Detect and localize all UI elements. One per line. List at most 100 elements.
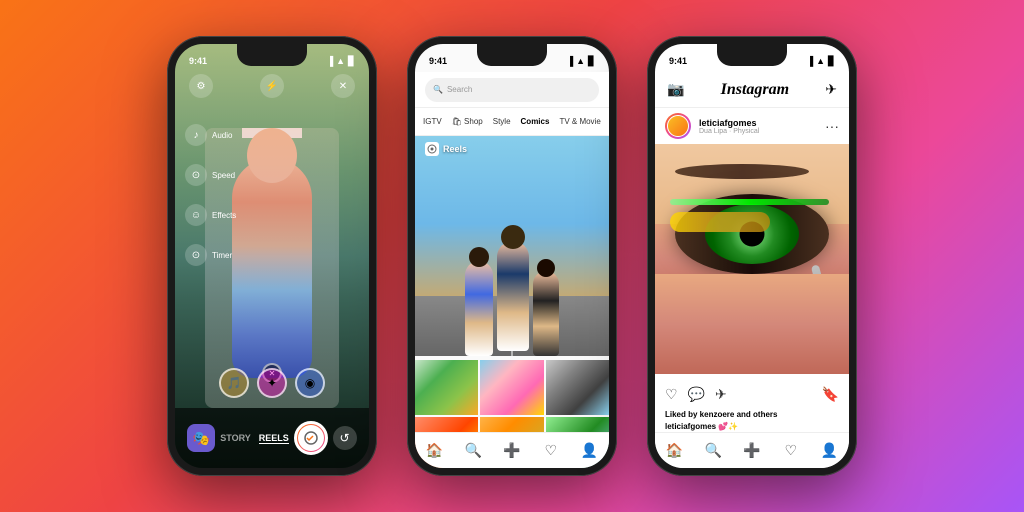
post-actions: ♡ 💬 ✈ 🔖	[655, 378, 849, 410]
eyebrow	[675, 164, 809, 179]
nav-profile[interactable]: 👤	[580, 441, 600, 461]
phone-3: 9:41 ▐ ▲ ▊ 📷 Instagram ✈ leticiafgomes D…	[647, 36, 857, 476]
grid-photo-3[interactable]	[546, 360, 609, 415]
dancer-3	[533, 271, 559, 356]
instagram-logo: Instagram	[721, 81, 789, 99]
signal-icon-3: ▐	[807, 56, 813, 66]
effect-btn-1[interactable]: 🎵	[219, 368, 249, 398]
status-time-2: 9:41	[429, 56, 447, 66]
liked-by-content: Liked by kenzoere and others	[665, 410, 777, 419]
cat-igtv[interactable]: IGTV	[423, 117, 442, 126]
shutter-button[interactable]	[294, 421, 328, 455]
nav3-profile[interactable]: 👤	[820, 441, 840, 461]
grid-photo-2[interactable]	[480, 360, 543, 415]
phone-1: 9:41 ▐ ▲ ▊ ⚙ ⚡ ✕ ♪ Audio	[167, 36, 377, 476]
reels-mode[interactable]: REELS	[259, 433, 289, 444]
search-icon: 🔍	[433, 85, 443, 94]
eyeliner	[670, 199, 829, 205]
nav3-heart[interactable]: ♡	[781, 441, 801, 461]
wifi-icon: ▲	[336, 56, 345, 66]
eye-closeup-bg	[655, 144, 849, 374]
avatar-inner	[667, 115, 689, 137]
nav3-add[interactable]: ➕	[742, 441, 762, 461]
status-time-3: 9:41	[669, 56, 687, 66]
dancer-1-head	[469, 247, 489, 267]
effects-icon: ☺	[185, 204, 207, 226]
camera-top-icons: ⚙ ⚡ ✕	[175, 74, 369, 98]
speed-option[interactable]: ⊙ Speed	[185, 164, 236, 186]
caption-username: leticiafgomes	[665, 422, 716, 431]
post-user-info: leticiafgomes Dua Lipa · Physical	[699, 118, 817, 135]
status-icons-3: ▐ ▲ ▊	[807, 56, 835, 67]
liked-by-text: Liked by kenzoere and others	[665, 410, 839, 419]
nav-search[interactable]: 🔍	[463, 441, 483, 461]
grid-photo-1[interactable]	[415, 360, 478, 415]
notch-1	[237, 44, 307, 66]
speed-icon: ⊙	[185, 164, 207, 186]
cat-tv[interactable]: TV & Movie	[559, 117, 600, 126]
nav-add[interactable]: ➕	[502, 441, 522, 461]
user-avatar[interactable]	[665, 113, 691, 139]
post-meta: Liked by kenzoere and others leticiafgom…	[655, 410, 849, 431]
signal-icon-2: ▐	[567, 56, 573, 66]
gallery-icon[interactable]: 🎭	[187, 424, 215, 452]
battery-icon: ▊	[348, 56, 355, 67]
comment-button[interactable]: 💬	[688, 386, 705, 403]
post-subtitle: Dua Lipa · Physical	[699, 128, 817, 135]
timer-option[interactable]: ⊙ Timer	[185, 244, 236, 266]
nav-home[interactable]: 🏠	[424, 441, 444, 461]
status-time-1: 9:41	[189, 56, 207, 66]
wifi-icon-2: ▲	[576, 56, 585, 66]
reels-text: Reels	[443, 144, 467, 154]
nav3-search[interactable]: 🔍	[703, 441, 723, 461]
category-bar: IGTV 🛍 Shop Style Comics TV & Movie	[415, 108, 609, 136]
dancers-group	[465, 241, 559, 356]
dancer-2	[497, 241, 529, 351]
camera-bottom-bar: 🎭 STORY REELS ↺	[175, 408, 369, 468]
left-actions: ♡ 💬 ✈	[665, 386, 727, 403]
post-header: leticiafgomes Dua Lipa · Physical ···	[655, 108, 849, 144]
instagram-header: 📷 Instagram ✈	[655, 72, 849, 108]
nav3-home[interactable]: 🏠	[664, 441, 684, 461]
grid-photo-3-img	[546, 360, 609, 415]
dancer-1	[465, 261, 493, 356]
speed-label: Speed	[212, 171, 235, 180]
effect-btn-3[interactable]: ◉	[295, 368, 325, 398]
caption-emoji: 💕✨	[718, 422, 738, 431]
cat-comics[interactable]: Comics	[521, 117, 550, 126]
story-mode[interactable]: STORY	[220, 433, 251, 444]
like-button[interactable]: ♡	[665, 386, 678, 403]
reels-icon	[425, 142, 439, 156]
signal-icon: ▐	[327, 56, 333, 66]
share-button[interactable]: ✈	[715, 386, 727, 403]
bookmark-button[interactable]: 🔖	[822, 386, 839, 403]
cat-style[interactable]: Style	[493, 117, 511, 126]
camera-sidebar: ♪ Audio ⊙ Speed ☺ Effects ⊙ Timer	[185, 124, 236, 266]
search-bar[interactable]: 🔍 Search	[425, 78, 599, 102]
audio-option[interactable]: ♪ Audio	[185, 124, 236, 146]
notch-2	[477, 44, 547, 66]
effect-btn-2[interactable]: ✦	[257, 368, 287, 398]
search-placeholder: Search	[447, 85, 472, 94]
nav-heart[interactable]: ♡	[541, 441, 561, 461]
more-options[interactable]: ···	[825, 118, 839, 134]
cat-shop[interactable]: 🛍 Shop	[452, 117, 483, 126]
search-top-bar: 🔍 Search	[415, 72, 609, 108]
grid-photo-2-img	[480, 360, 543, 415]
audio-icon: ♪	[185, 124, 207, 146]
close-icon[interactable]: ✕	[331, 74, 355, 98]
flash-icon[interactable]: ⚡	[260, 74, 284, 98]
battery-icon-2: ▊	[588, 56, 595, 67]
post-username[interactable]: leticiafgomes	[699, 118, 817, 128]
ig-camera-icon[interactable]: 📷	[667, 81, 684, 98]
capture-icon	[298, 425, 324, 451]
settings-icon[interactable]: ⚙	[189, 74, 213, 98]
caption-text: leticiafgomes 💕✨	[665, 422, 839, 431]
notch-3	[717, 44, 787, 66]
effects-option[interactable]: ☺ Effects	[185, 204, 236, 226]
messenger-icon[interactable]: ✈	[825, 81, 837, 98]
bottom-effects: 🎵 ✦ ◉	[219, 368, 325, 398]
eyeshadow-gold	[670, 212, 770, 232]
camera-flip-icon[interactable]: ↺	[333, 426, 357, 450]
post-nav-bar: 🏠 🔍 ➕ ♡ 👤	[655, 432, 849, 468]
